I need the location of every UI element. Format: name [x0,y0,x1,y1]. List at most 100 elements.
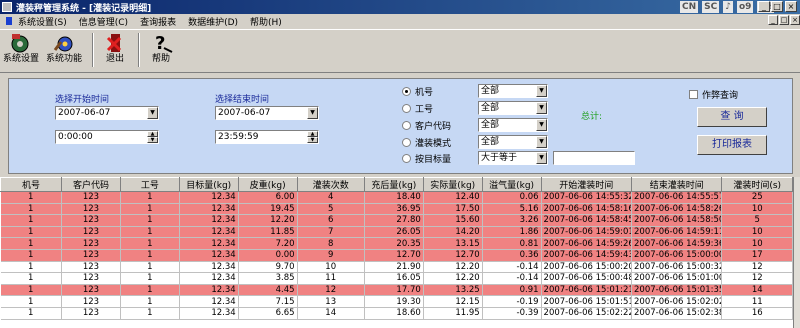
radio-dot[interactable] [402,86,411,96]
table-cell: 1 [0,261,62,274]
table-row[interactable]: 1 123 1 12.34 3.85 11 16.05 12.20 -0.14 2007-06-0… [0,272,793,285]
table-cell: 6.00 [238,191,298,204]
column-header[interactable]: 目标量(kg) [178,177,239,192]
table-row[interactable]: 1 123 1 12.34 4.45 12 17.70 13.25 0.91 2007-06-06… [0,284,793,297]
end-time-spinner[interactable]: ▲ ▼ [307,131,318,143]
table-row[interactable]: 1 123 1 12.34 7.15 13 19.30 12.15 -0.19 2007-06-0… [0,295,793,308]
table-cell: 12 [721,272,793,285]
spin-down-icon[interactable]: ▼ [307,137,318,143]
total-label: 总计: [581,112,603,122]
mdi-restore-button[interactable]: □ [779,15,789,25]
table-cell: 1 [0,295,62,308]
spin-down-icon[interactable]: ▼ [147,137,158,143]
table-row[interactable]: 1 123 1 12.34 19.45 5 36.95 17.50 5.16 2007-06-06… [0,203,793,216]
radio-dot[interactable] [402,103,411,113]
table-cell: 5.16 [482,203,542,216]
print-report-button[interactable]: 打印报表 [697,135,767,155]
system-function-button[interactable]: 系统功能 [44,32,84,70]
column-header[interactable]: 开始灌装时间 [540,177,633,192]
column-header[interactable]: 皮重(kg) [237,177,298,192]
help-button[interactable]: ? 帮助 [146,32,176,70]
exit-label: 退出 [105,54,124,64]
tray-cn-icon[interactable]: CN [680,1,699,13]
radio-target-amount[interactable]: 按目标量 [402,151,451,165]
chevron-down-icon[interactable]: ▼ [536,102,547,114]
table-row[interactable]: 1 123 1 12.34 6.65 14 18.60 11.95 -0.39 2007-06-0… [0,307,793,320]
menu-data-maintenance[interactable]: 数据维护(D) [188,15,238,28]
table-cell: 2007-06-06 15:02:02 [631,295,723,308]
exit-button[interactable]: 退出 [100,32,130,70]
end-time-field[interactable]: 23:59:59 ▲ ▼ [215,130,319,144]
minimize-button[interactable]: _ [758,1,770,12]
customer-code-select[interactable]: 全部 ▼ [478,118,548,132]
menu-info-management[interactable]: 信息管理(C) [79,15,128,28]
table-cell: 1 [120,261,180,274]
start-date-picker[interactable]: 2007-06-07 ▼ [55,106,159,120]
radio-worker-no[interactable]: 工号 [402,101,433,115]
menu-system-settings[interactable]: 系统设置(S) [18,15,67,28]
close-button[interactable]: × [785,1,797,12]
column-header[interactable]: 溢气量(kg) [481,177,542,192]
tray-sc-icon[interactable]: SC [702,1,720,13]
radio-dot[interactable] [402,120,411,130]
table-row[interactable]: 1 123 1 12.34 7.20 8 20.35 13.15 0.81 2007-06-06 … [0,237,793,250]
worker-no-select[interactable]: 全部 ▼ [478,101,548,115]
end-time-value: 23:59:59 [218,132,259,142]
table-cell: 2007-06-06 15:00:32 [631,261,723,274]
start-time-spinner[interactable]: ▲ ▼ [147,131,158,143]
column-header[interactable]: 实际量(kg) [422,177,483,192]
target-compare-select[interactable]: 大于等于 ▼ [478,151,548,165]
radio-dot[interactable] [402,153,411,163]
radio-customer-code[interactable]: 客户代码 [402,118,451,132]
tray-moon-icon[interactable]: ♪ [723,1,733,13]
checkbox-box[interactable] [689,90,698,99]
table-cell: 12.34 [179,261,239,274]
start-time-field[interactable]: 0:00:00 ▲ ▼ [55,130,159,144]
chevron-down-icon[interactable]: ▼ [536,136,547,148]
column-header[interactable]: 结束灌装时间 [630,177,723,192]
machine-no-value: 全部 [481,86,500,96]
column-header[interactable]: 工号 [119,177,180,192]
mdi-close-button[interactable]: × [790,15,800,25]
column-header[interactable]: 机号 [0,177,62,192]
table-row[interactable]: 1 123 1 12.34 9.70 10 21.90 12.20 -0.14 2007-06-0… [0,261,793,274]
start-time-value: 0:00:00 [58,132,93,142]
column-header[interactable]: 充后量(kg) [363,177,424,192]
end-date-picker[interactable]: 2007-06-07 ▼ [215,106,319,120]
column-header[interactable]: 灌装次数 [296,177,365,192]
menu-query-report[interactable]: 查询报表 [140,15,176,28]
tray-input-icon[interactable]: o9 [736,1,754,13]
chevron-down-icon[interactable]: ▼ [536,85,547,97]
radio-fill-mode[interactable]: 灌装模式 [402,135,451,149]
table-row[interactable]: 1 123 1 12.34 11.85 7 26.05 14.20 1.86 2007-06-06… [0,226,793,239]
table-row[interactable]: 1 123 1 12.34 0.00 9 12.70 12.70 0.36 2007-06-06 … [0,249,793,262]
maximize-button[interactable]: □ [771,1,783,12]
menu-help[interactable]: 帮助(H) [250,15,282,28]
table-cell: 15.60 [423,214,483,227]
table-row[interactable]: 1 123 1 12.34 6.00 4 18.40 12.40 0.06 2007-06-06 … [0,191,793,204]
radio-dot[interactable] [402,137,411,147]
table-cell: 17.50 [423,203,483,216]
system-settings-button[interactable]: 系统设置 [2,32,40,70]
chevron-down-icon[interactable]: ▼ [307,107,318,119]
chevron-down-icon[interactable]: ▼ [536,119,547,131]
column-header[interactable]: 灌装时间(s) [721,177,793,192]
target-value-input[interactable] [553,151,635,165]
fill-mode-select[interactable]: 全部 ▼ [478,135,548,149]
chevron-down-icon[interactable]: ▼ [147,107,158,119]
machine-no-select[interactable]: 全部 ▼ [478,84,548,98]
vertical-scrollbar[interactable] [793,177,800,328]
table-cell: 123 [61,272,121,285]
query-button[interactable]: 查 询 [697,107,767,127]
table-cell: -0.14 [482,261,542,274]
table-row[interactable]: 1 123 1 12.34 12.20 6 27.80 15.60 3.26 2007-06-06… [0,214,793,227]
table-cell: 14 [721,284,793,297]
radio-machine-no[interactable]: 机号 [402,84,433,98]
cheat-query-checkbox[interactable]: 作弊查询 [689,88,738,101]
mdi-minimize-button[interactable]: _ [768,15,778,25]
chevron-down-icon[interactable]: ▼ [536,152,547,164]
column-header[interactable]: 客户代码 [61,177,121,192]
system-settings-icon [8,32,34,54]
records-table[interactable]: 机号 客户代码 工号 目标量(kg) 皮重(kg) 灌装次数 充后量(kg) 实际量(kg) 溢… [0,177,800,328]
table-cell: 5 [721,214,793,227]
